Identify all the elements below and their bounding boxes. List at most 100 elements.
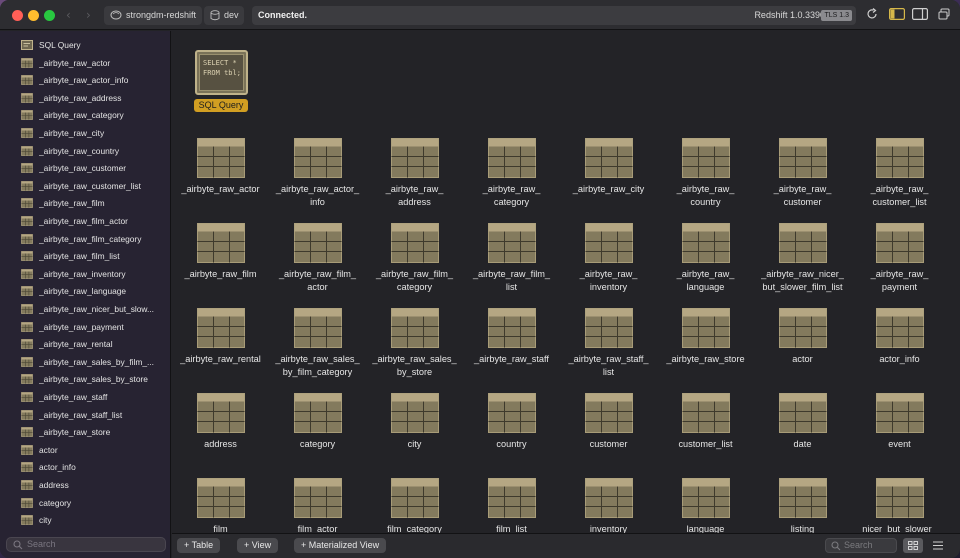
table-icon bbox=[197, 138, 245, 178]
table-tile-city[interactable]: city bbox=[366, 393, 463, 473]
sidebar-item-airbyte-raw-film-actor[interactable]: _airbyte_raw_film_actor bbox=[21, 213, 167, 229]
sidebar-item-actor[interactable]: actor bbox=[21, 442, 167, 458]
sidebar-item-airbyte-raw-actor-info[interactable]: _airbyte_raw_actor_info bbox=[21, 72, 167, 88]
table-tile-actor[interactable]: actor bbox=[754, 308, 851, 388]
table-tile-airbyte-raw-address[interactable]: _airbyte_raw_ address bbox=[366, 138, 463, 218]
table-tile-airbyte-raw-language[interactable]: _airbyte_raw_ language bbox=[657, 223, 754, 303]
table-tile-airbyte-raw-sales-by-store[interactable]: _airbyte_raw_sales_ by_store bbox=[366, 308, 463, 388]
table-tile-film-list[interactable]: film_list bbox=[463, 478, 560, 533]
table-tile-label-line: _airbyte_raw_staff_ bbox=[568, 354, 649, 364]
table-tile-film-actor[interactable]: film_actor bbox=[269, 478, 366, 533]
table-tile-airbyte-raw-staff-list[interactable]: _airbyte_raw_staff_ list bbox=[560, 308, 657, 388]
table-tile-address[interactable]: address bbox=[172, 393, 269, 473]
table-tile-airbyte-raw-actor-info[interactable]: _airbyte_raw_actor_ info bbox=[269, 138, 366, 218]
table-tile-airbyte-raw-nicer-but-slower-film-list[interactable]: _airbyte_raw_nicer_ but_slower_film_list bbox=[754, 223, 851, 303]
sidebar-item-label: _airbyte_raw_language bbox=[39, 286, 127, 297]
sidebar-item-airbyte-raw-store[interactable]: _airbyte_raw_store bbox=[21, 424, 167, 440]
sidebar-item-airbyte-raw-country[interactable]: _airbyte_raw_country bbox=[21, 143, 167, 159]
connection-breadcrumb[interactable]: strongdm-redshift bbox=[104, 6, 202, 25]
sql-query-label[interactable]: SQL Query bbox=[194, 99, 248, 112]
sidebar-item-airbyte-raw-customer-list[interactable]: _airbyte_raw_customer_list bbox=[21, 178, 167, 194]
search-icon bbox=[13, 540, 23, 550]
table-tile-airbyte-raw-sales-by-film-category[interactable]: _airbyte_raw_sales_ by_film_category bbox=[269, 308, 366, 388]
sidebar-item-airbyte-raw-film-category[interactable]: _airbyte_raw_film_category bbox=[21, 231, 167, 247]
sidebar-item-airbyte-raw-actor[interactable]: _airbyte_raw_actor bbox=[21, 55, 167, 71]
sidebar-item-category[interactable]: category bbox=[21, 495, 167, 511]
table-tile-category[interactable]: category bbox=[269, 393, 366, 473]
sidebar-item-airbyte-raw-inventory[interactable]: _airbyte_raw_inventory bbox=[21, 266, 167, 282]
sidebar-item-airbyte-raw-sales-by-film[interactable]: _airbyte_raw_sales_by_film_... bbox=[21, 354, 167, 370]
list-view-button[interactable] bbox=[928, 538, 948, 553]
table-icon bbox=[197, 393, 245, 433]
table-tile-airbyte-raw-inventory[interactable]: _airbyte_raw_ inventory bbox=[560, 223, 657, 303]
sidebar-item-airbyte-raw-city[interactable]: _airbyte_raw_city bbox=[21, 125, 167, 141]
table-tile-airbyte-raw-film-category[interactable]: _airbyte_raw_film_ category bbox=[366, 223, 463, 303]
table-tile-airbyte-raw-customer-list[interactable]: _airbyte_raw_ customer_list bbox=[851, 138, 948, 218]
table-tile-airbyte-raw-actor[interactable]: _airbyte_raw_actor bbox=[172, 138, 269, 218]
bottom-search-input[interactable]: Search bbox=[825, 538, 897, 553]
sidebar-item-airbyte-raw-payment[interactable]: _airbyte_raw_payment bbox=[21, 319, 167, 335]
add-materialized-view-button[interactable]: + Materialized View bbox=[294, 538, 387, 553]
sidebar-item-airbyte-raw-staff[interactable]: _airbyte_raw_staff bbox=[21, 389, 167, 405]
forward-arrow-icon[interactable]: › bbox=[86, 8, 91, 22]
minimize-window-button[interactable] bbox=[28, 10, 39, 21]
zoom-window-button[interactable] bbox=[44, 10, 55, 21]
table-icon bbox=[488, 393, 536, 433]
table-tile-film-category[interactable]: film_category bbox=[366, 478, 463, 533]
table-tile-airbyte-raw-customer[interactable]: _airbyte_raw_ customer bbox=[754, 138, 851, 218]
table-tile-language[interactable]: language bbox=[657, 478, 754, 533]
table-tile-actor-info[interactable]: actor_info bbox=[851, 308, 948, 388]
database-breadcrumb[interactable]: dev bbox=[204, 6, 244, 25]
title-bar: ‹ › strongdm-redshift dev Connected. Red… bbox=[0, 0, 960, 30]
table-tile-film[interactable]: film bbox=[172, 478, 269, 533]
add-table-button[interactable]: + Table bbox=[177, 538, 221, 553]
table-tile-listing[interactable]: listing bbox=[754, 478, 851, 533]
toggle-inspector-icon[interactable] bbox=[912, 8, 928, 20]
table-tile-customer[interactable]: customer bbox=[560, 393, 657, 473]
sidebar-item-sql-query[interactable]: SQL Query bbox=[21, 37, 167, 53]
table-tile-airbyte-raw-city[interactable]: _airbyte_raw_city bbox=[560, 138, 657, 218]
table-tile-label: customer_list bbox=[657, 438, 754, 451]
table-tile-inventory[interactable]: inventory bbox=[560, 478, 657, 533]
sidebar-item-airbyte-raw-staff-list[interactable]: _airbyte_raw_staff_list bbox=[21, 407, 167, 423]
sidebar-item-airbyte-raw-sales-by-store[interactable]: _airbyte_raw_sales_by_store bbox=[21, 371, 167, 387]
add-view-button[interactable]: + View bbox=[237, 538, 279, 553]
table-tile-airbyte-raw-country[interactable]: _airbyte_raw_ country bbox=[657, 138, 754, 218]
table-tile-nicer-but-slower[interactable]: nicer_but_slower_ bbox=[851, 478, 948, 533]
sql-query-tile[interactable]: SELECT * FROM tbl; bbox=[195, 50, 248, 95]
back-arrow-icon[interactable]: ‹ bbox=[66, 8, 71, 22]
table-tile-label: _airbyte_raw_staff_ list bbox=[560, 353, 657, 379]
table-tile-airbyte-raw-store[interactable]: _airbyte_raw_store bbox=[657, 308, 754, 388]
sidebar-item-airbyte-raw-language[interactable]: _airbyte_raw_language bbox=[21, 283, 167, 299]
sidebar-item-airbyte-raw-address[interactable]: _airbyte_raw_address bbox=[21, 90, 167, 106]
table-tile-airbyte-raw-rental[interactable]: _airbyte_raw_rental bbox=[172, 308, 269, 388]
windows-icon[interactable] bbox=[938, 8, 950, 20]
sidebar-item-actor-info[interactable]: actor_info bbox=[21, 459, 167, 475]
table-tile-airbyte-raw-film-actor[interactable]: _airbyte_raw_film_ actor bbox=[269, 223, 366, 303]
table-tile-country[interactable]: country bbox=[463, 393, 560, 473]
table-tile-airbyte-raw-film[interactable]: _airbyte_raw_film bbox=[172, 223, 269, 303]
close-window-button[interactable] bbox=[12, 10, 23, 21]
table-tile-airbyte-raw-staff[interactable]: _airbyte_raw_staff bbox=[463, 308, 560, 388]
sidebar-item-airbyte-raw-nicer-but-slow[interactable]: _airbyte_raw_nicer_but_slow... bbox=[21, 301, 167, 317]
sidebar-search-input[interactable]: Search bbox=[6, 537, 166, 552]
sidebar-item-airbyte-raw-customer[interactable]: _airbyte_raw_customer bbox=[21, 160, 167, 176]
table-tile-airbyte-raw-film-list[interactable]: _airbyte_raw_film_ list bbox=[463, 223, 560, 303]
refresh-icon[interactable] bbox=[866, 8, 878, 20]
sidebar-item-address[interactable]: address bbox=[21, 477, 167, 493]
table-tile-airbyte-raw-payment[interactable]: _airbyte_raw_ payment bbox=[851, 223, 948, 303]
table-icon bbox=[779, 308, 827, 348]
sidebar-item-airbyte-raw-film[interactable]: _airbyte_raw_film bbox=[21, 195, 167, 211]
table-tile-customer-list[interactable]: customer_list bbox=[657, 393, 754, 473]
grid-view-button[interactable] bbox=[903, 538, 923, 553]
table-tile-airbyte-raw-category[interactable]: _airbyte_raw_ category bbox=[463, 138, 560, 218]
sidebar-item-airbyte-raw-category[interactable]: _airbyte_raw_category bbox=[21, 107, 167, 123]
table-tile-event[interactable]: event bbox=[851, 393, 948, 473]
sidebar-item-airbyte-raw-rental[interactable]: _airbyte_raw_rental bbox=[21, 336, 167, 352]
sidebar-item-airbyte-raw-film-list[interactable]: _airbyte_raw_film_list bbox=[21, 248, 167, 264]
table-tile-label: _airbyte_raw_ language bbox=[657, 268, 754, 294]
table-tile-date[interactable]: date bbox=[754, 393, 851, 473]
sidebar-item-city[interactable]: city bbox=[21, 512, 167, 528]
table-icon bbox=[488, 308, 536, 348]
toggle-sidebar-icon[interactable] bbox=[889, 8, 905, 20]
